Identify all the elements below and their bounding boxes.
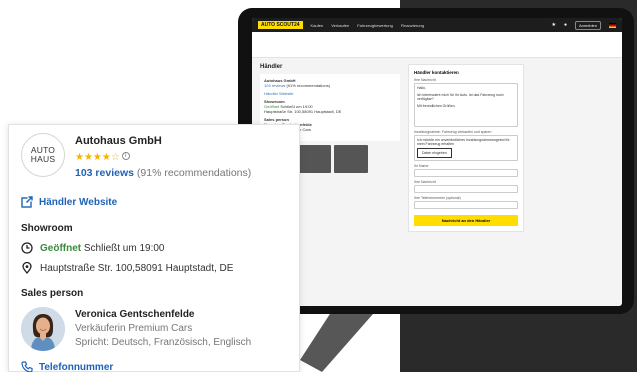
screen-submit-button[interactable]: Nachricht an den Händler bbox=[414, 215, 518, 226]
screen-name-field[interactable] bbox=[414, 169, 518, 177]
screen-phone-field[interactable] bbox=[414, 201, 518, 209]
screen-address: Hauptstraße Str. 100,58091 Hauptstadt, D… bbox=[264, 109, 342, 114]
recommendation-rate: (91% recommendations) bbox=[136, 167, 252, 179]
phone-icon bbox=[21, 361, 33, 372]
screen-contact-title: Händler kontaktieren bbox=[414, 70, 459, 75]
car-thumbnail[interactable] bbox=[334, 145, 368, 173]
tablet-screen: AUTO SCOUT24 Kaufen Verkaufen Fahrzeugbe… bbox=[252, 18, 622, 306]
screen-name-label: Ihr Name bbox=[414, 164, 429, 168]
car-thumbnail[interactable] bbox=[297, 145, 331, 173]
top-nav: AUTO SCOUT24 Kaufen Verkaufen Fahrzeugbe… bbox=[252, 18, 622, 32]
nav-item-kaufen[interactable]: Kaufen bbox=[311, 23, 324, 28]
screen-website-link[interactable]: Händler Website bbox=[264, 91, 396, 96]
screen-email-label: Ihre Nachricht bbox=[414, 180, 436, 184]
dealer-header: AUTO HAUS Autohaus GmbH ★★★★☆ i 103 revie… bbox=[21, 133, 287, 179]
reviews-link[interactable]: 103 reviews bbox=[75, 167, 134, 179]
clock-icon bbox=[21, 242, 33, 254]
brand-logo[interactable]: AUTO SCOUT24 bbox=[258, 21, 303, 29]
screen-reviews[interactable]: 103 reviews (91% recommendations) bbox=[264, 83, 396, 88]
dealer-website-link[interactable]: Händler Website bbox=[21, 196, 287, 208]
screen-email-field[interactable] bbox=[414, 185, 518, 193]
bell-icon[interactable]: ● bbox=[564, 22, 567, 28]
sales-person-name: Veronica Gentschenfelde bbox=[75, 309, 195, 320]
login-button[interactable]: Anmelden bbox=[574, 20, 601, 30]
dealer-logo: AUTO HAUS bbox=[21, 133, 65, 177]
sales-person: Veronica Gentschenfelde Verkäuferin Prem… bbox=[21, 307, 287, 351]
sales-person-avatar bbox=[21, 307, 65, 351]
external-link-icon bbox=[21, 196, 33, 208]
screen-contact-form: Händler kontaktieren Ihre Nachricht Hall… bbox=[408, 64, 524, 232]
rating-row: ★★★★☆ i bbox=[75, 147, 251, 165]
screen-trade-button[interactable]: Daten eingeben bbox=[417, 148, 452, 158]
dealer-address: Hauptstraße Str. 100,58091 Hauptstadt, D… bbox=[21, 262, 287, 274]
showroom-heading: Showroom bbox=[21, 223, 73, 234]
dealer-meta: Autohaus GmbH ★★★★☆ i 103 reviews (91% re… bbox=[75, 133, 251, 179]
screen-message-label: Ihre Nachricht bbox=[414, 78, 436, 82]
screen-message-field[interactable]: Hallo, ich interessiere mich für Ihr Aut… bbox=[414, 83, 518, 127]
opening-hours: Geöffnet Schließt um 19:00 bbox=[21, 242, 287, 254]
nav-item-bewertung[interactable]: Fahrzeugbewertung bbox=[357, 23, 393, 28]
sales-person-role: Verkäuferin Premium Cars bbox=[75, 323, 193, 334]
dealer-name: Autohaus GmbH bbox=[75, 135, 162, 147]
nav-item-finanzierung[interactable]: Finanzierung bbox=[401, 23, 424, 28]
open-status: Geöffnet bbox=[40, 242, 82, 254]
screen-body: Händler Autohaus GmbH 103 reviews (91% r… bbox=[252, 58, 622, 238]
screen-trade-box: Ich möchte ein unverbindliches Inzahlung… bbox=[414, 135, 518, 161]
screen-dealer-heading: Händler bbox=[260, 64, 283, 70]
star-icon[interactable]: ★ bbox=[551, 22, 555, 28]
screen-trade-label: Inzahlungnahme: Fahrzeug verkaufen und s… bbox=[414, 130, 492, 134]
dealer-info-panel: AUTO HAUS Autohaus GmbH ★★★★☆ i 103 revie… bbox=[8, 124, 300, 372]
sales-heading: Sales person bbox=[21, 288, 84, 299]
closing-time: Schließt um 19:00 bbox=[83, 242, 165, 254]
screen-top-strip bbox=[252, 32, 622, 58]
review-summary: 103 reviews (91% recommendations) bbox=[75, 167, 251, 179]
sales-person-details: Veronica Gentschenfelde Verkäuferin Prem… bbox=[75, 307, 251, 348]
flag-de-icon[interactable] bbox=[609, 22, 616, 28]
rating-stars: ★★★★☆ bbox=[75, 152, 120, 163]
screen-phone-label: Ihre Telefonnummer (optional) bbox=[414, 196, 461, 200]
sales-person-languages: Spricht: Deutsch, Französisch, Englisch bbox=[75, 337, 252, 348]
info-icon[interactable]: i bbox=[121, 151, 130, 160]
nav-item-verkaufen[interactable]: Verkaufen bbox=[331, 23, 349, 28]
phone-number-link[interactable]: Telefonnummer bbox=[21, 361, 287, 372]
location-pin-icon bbox=[22, 262, 32, 274]
